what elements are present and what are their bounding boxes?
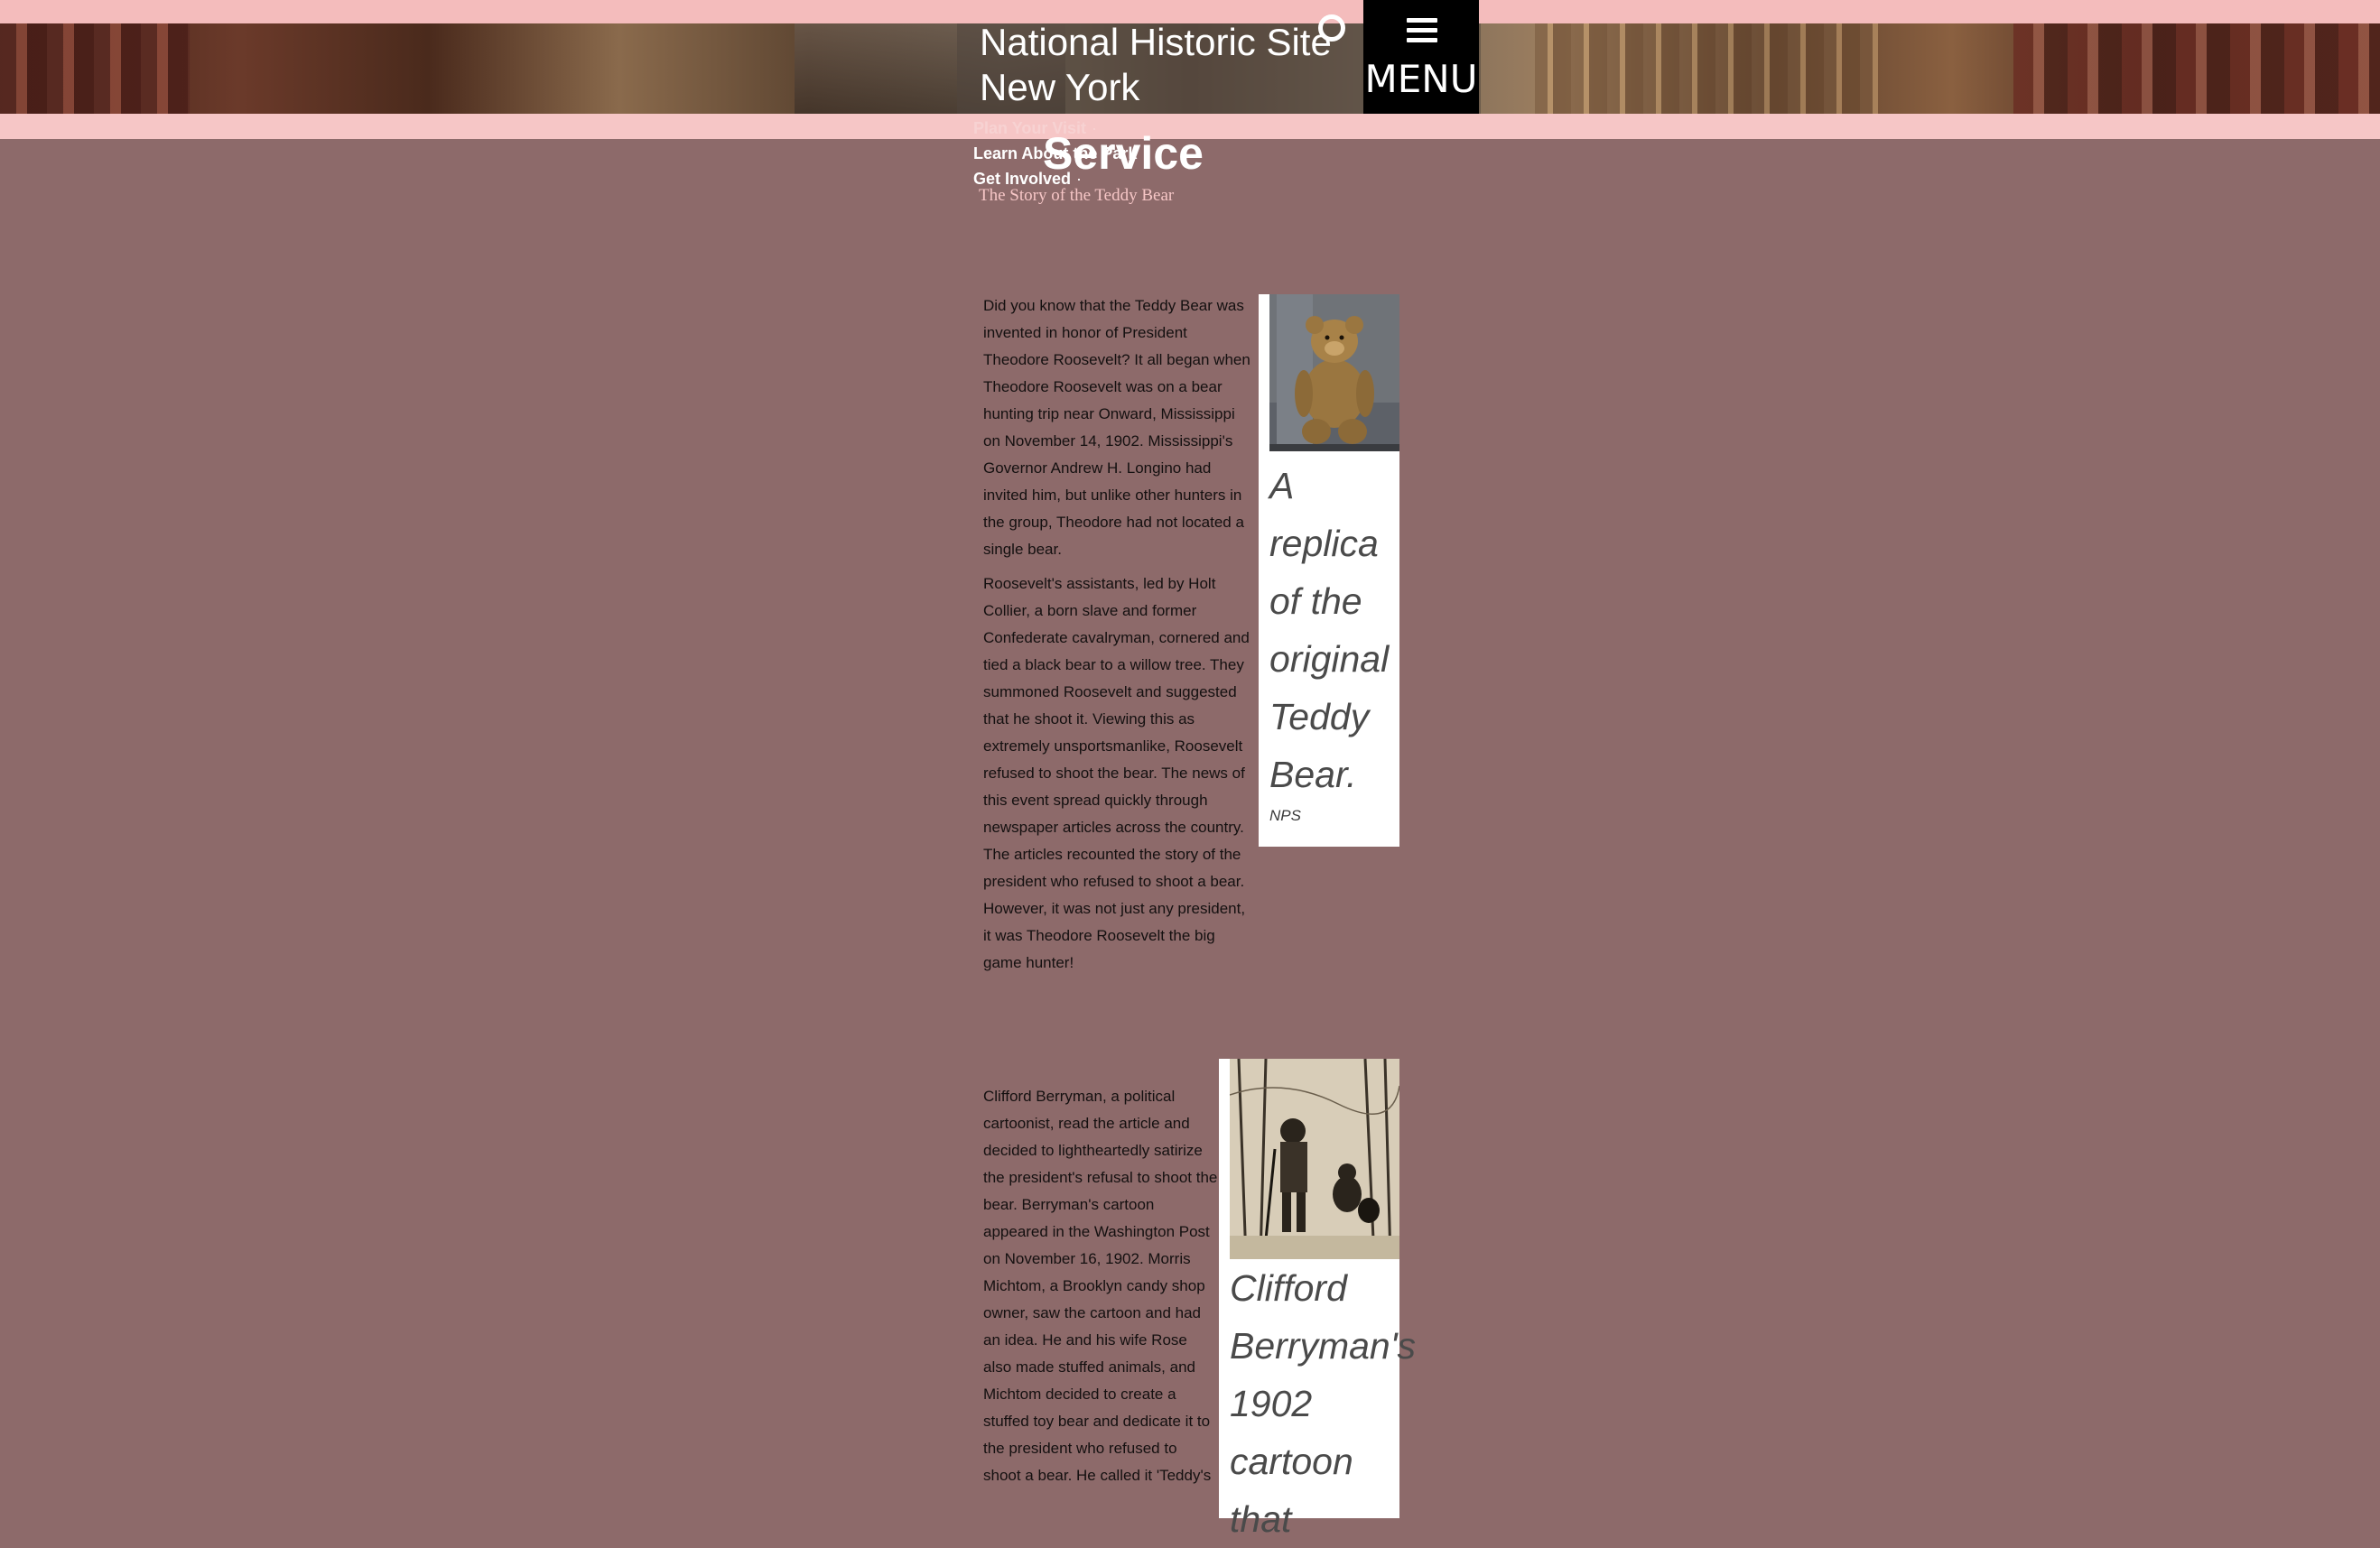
menu-button[interactable]: MENU	[1363, 0, 1479, 114]
figure-caption: Clifford Berryman's 1902 cartoon that	[1230, 1267, 1417, 1540]
search-icon[interactable]	[1318, 14, 1345, 42]
article-paragraph-2: Roosevelt's assistants, led by Holt Coll…	[983, 570, 1252, 977]
article-paragraph-3: Clifford Berryman, a political cartoonis…	[983, 1088, 1218, 1484]
menu-label: MENU	[1364, 57, 1478, 101]
hamburger-icon	[1407, 18, 1437, 43]
site-title[interactable]: National Historic Site New York	[980, 20, 1332, 110]
figure-berryman-cartoon: Clifford Berryman's 1902 cartoon that	[1219, 1059, 1416, 1540]
hero-shelf-area	[1535, 23, 1878, 114]
site-title-line1: National Historic Site New York	[980, 21, 1332, 108]
figure-caption: A replica of the original Teddy Bear.	[1269, 465, 1390, 795]
article-paragraph-1: Did you know that the Teddy Bear was inv…	[983, 297, 1250, 558]
figure-teddy-bear: A replica of the original Teddy Bear. NP…	[1259, 294, 1399, 847]
figure-credit: NPS	[1269, 807, 1301, 824]
hero-wallpaper-left	[0, 23, 190, 114]
cartoon-image	[1230, 1059, 1399, 1259]
article-paragraph-2-text: Roosevelt's assistants, led by Holt Coll…	[983, 575, 1250, 971]
hero-wallpaper-right	[2013, 23, 2380, 114]
overlapping-title: Service	[1043, 128, 1204, 179]
teddy-bear-image	[1269, 294, 1399, 451]
teddy-bear-photo	[1269, 294, 1399, 451]
breadcrumb[interactable]: The Story of the Teddy Bear	[979, 186, 1174, 206]
berryman-cartoon	[1230, 1059, 1399, 1259]
